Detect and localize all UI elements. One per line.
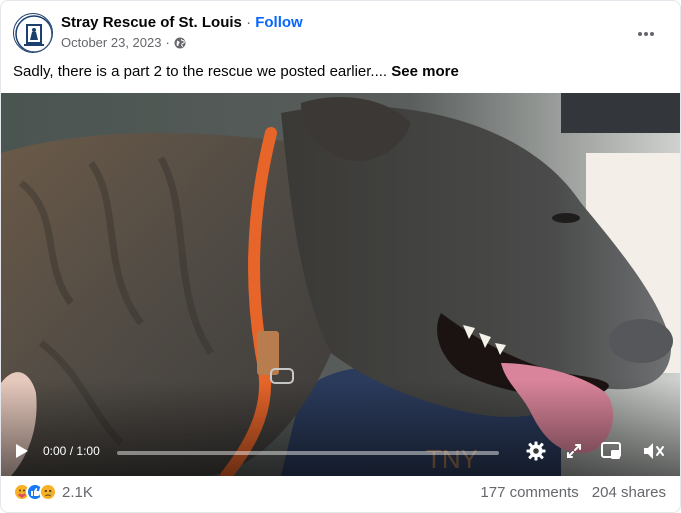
picture-in-picture-icon [601,441,621,465]
play-icon [15,443,29,464]
engagement-stats: 177 comments 204 shares [480,484,666,501]
speaker-muted-icon [643,442,665,465]
caption-text: Sadly, there is a part 2 to the rescue w… [13,63,392,80]
page-avatar[interactable] [13,13,53,53]
video-controls: 0:00 / 1:00 [1,428,680,476]
shares-count-link[interactable]: 204 shares [592,484,666,501]
settings-button[interactable] [523,440,549,466]
gear-icon [526,441,546,466]
fullscreen-button[interactable] [561,440,587,466]
post-caption: Sadly, there is a part 2 to the rescue w… [13,62,459,82]
seek-bar[interactable] [117,451,499,455]
title-separator: · [246,14,252,31]
video-time: 0:00 / 1:00 [43,444,100,458]
page-name-link[interactable]: Stray Rescue of St. Louis [61,14,242,31]
reaction-count: 2.1K [62,483,93,501]
follow-button[interactable]: Follow [255,14,303,31]
comments-count-link[interactable]: 177 comments [480,484,578,501]
pip-button[interactable] [598,440,624,466]
title-line: Stray Rescue of St. Louis · Follow [61,14,303,32]
volume-button[interactable] [641,440,667,466]
more-options-button[interactable] [628,15,664,51]
date-separator: · [165,35,170,50]
see-more-button[interactable]: See more [391,63,459,80]
time-separator: / [69,444,74,458]
reactions-summary[interactable]: 2.1K [13,483,93,501]
post-subline: October 23, 2023 · [61,35,303,50]
video-player[interactable]: TNY [1,93,680,476]
post-footer: 2.1K 177 comments 204 shares [13,479,668,507]
video-frame-dog: TNY [1,93,680,476]
post-header: Stray Rescue of St. Louis · Follow Octob… [13,13,668,53]
duration: 1:00 [76,444,100,458]
globe-icon[interactable] [174,37,186,49]
more-options-icon [636,24,656,42]
post-meta: Stray Rescue of St. Louis · Follow Octob… [61,14,303,50]
play-button[interactable] [9,440,35,466]
facebook-post-card: Stray Rescue of St. Louis · Follow Octob… [0,0,681,513]
expand-icon [566,443,582,464]
current-time: 0:00 [43,444,67,458]
sad-reaction-icon [39,483,57,501]
post-date[interactable]: October 23, 2023 [61,35,161,50]
